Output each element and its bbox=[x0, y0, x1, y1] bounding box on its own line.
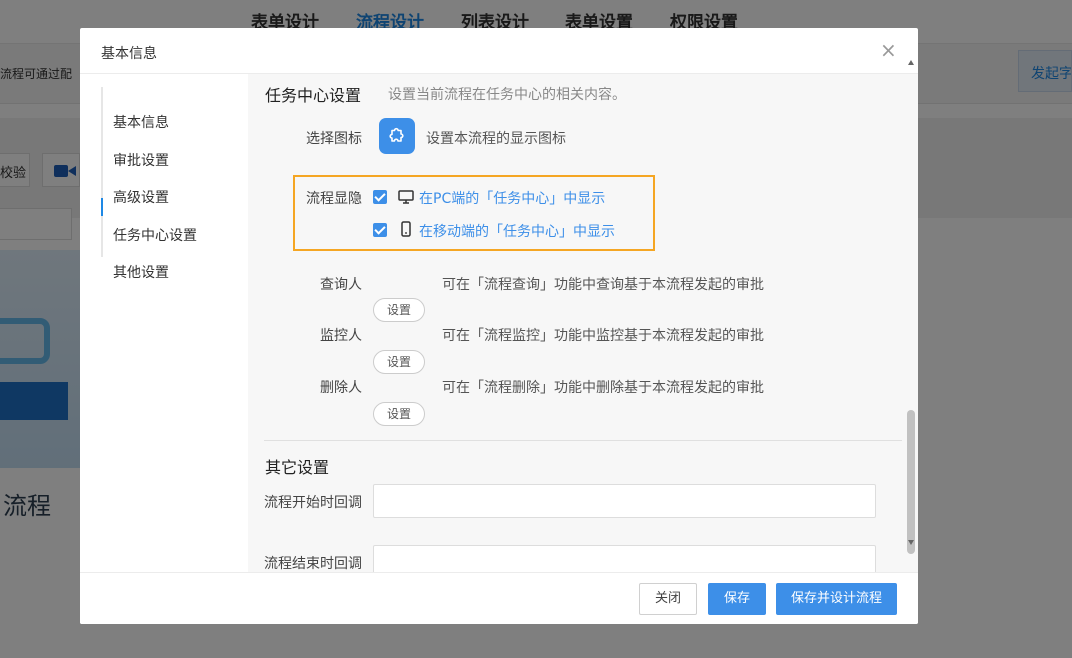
dialog-title: 基本信息 bbox=[101, 46, 157, 62]
close-icon[interactable]: × bbox=[880, 40, 897, 60]
query-person-set-button[interactable]: 设置 bbox=[373, 298, 425, 322]
nav-item-basic-info[interactable]: 基本信息 bbox=[113, 112, 169, 132]
close-button[interactable]: 关闭 bbox=[639, 583, 697, 615]
monitor-person-label: 监控人 bbox=[320, 328, 362, 344]
scroll-down-arrow-icon[interactable] bbox=[908, 540, 914, 545]
mobile-phone-icon bbox=[401, 221, 411, 237]
nav-item-task-center-settings[interactable]: 任务中心设置 bbox=[113, 225, 197, 245]
delete-person-set-button[interactable]: 设置 bbox=[373, 402, 425, 426]
mobile-visibility-label[interactable]: 在移动端的「任务中心」中显示 bbox=[419, 221, 615, 241]
scrollbar-thumb[interactable] bbox=[907, 410, 915, 554]
icon-field-desc: 设置本流程的显示图标 bbox=[426, 131, 566, 147]
dialog-body: 任务中心设置 设置当前流程在任务中心的相关内容。 选择图标 设置本流程的显示图标… bbox=[248, 74, 918, 572]
nav-item-advanced-settings[interactable]: 高级设置 bbox=[113, 187, 169, 207]
pc-visibility-label[interactable]: 在PC端的「任务中心」中显示 bbox=[419, 188, 605, 208]
other-settings-title: 其它设置 bbox=[265, 458, 330, 477]
query-person-label: 查询人 bbox=[320, 277, 362, 293]
process-icon-picker[interactable] bbox=[379, 118, 415, 154]
task-center-desc: 设置当前流程在任务中心的相关内容。 bbox=[388, 87, 626, 103]
monitor-person-set-button[interactable]: 设置 bbox=[373, 350, 425, 374]
delete-person-label: 删除人 bbox=[320, 380, 362, 396]
delete-person-desc: 可在「流程删除」功能中删除基于本流程发起的审批 bbox=[442, 380, 764, 396]
end-callback-label: 流程结束时回调 bbox=[264, 556, 362, 572]
nav-active-indicator bbox=[101, 198, 103, 216]
monitor-person-desc: 可在「流程监控」功能中监控基于本流程发起的审批 bbox=[442, 328, 764, 344]
save-button[interactable]: 保存 bbox=[708, 583, 766, 615]
mobile-visibility-checkbox[interactable] bbox=[373, 223, 387, 237]
query-person-desc: 可在「流程查询」功能中查询基于本流程发起的审批 bbox=[442, 277, 764, 293]
icon-field-label: 选择图标 bbox=[306, 131, 362, 147]
dialog-header: 基本信息 × bbox=[80, 28, 918, 74]
monitor-icon bbox=[398, 190, 414, 204]
settings-nav: 基本信息 审批设置 高级设置 任务中心设置 其他设置 bbox=[80, 74, 248, 572]
visibility-label: 流程显隐 bbox=[306, 191, 362, 207]
save-and-design-button[interactable]: 保存并设计流程 bbox=[776, 583, 897, 615]
start-callback-input[interactable] bbox=[373, 484, 876, 518]
puzzle-icon bbox=[389, 127, 404, 142]
basic-info-dialog: 基本信息 × 基本信息 审批设置 高级设置 任务中心设置 其他设置 任务中心设置… bbox=[80, 28, 918, 624]
task-center-title: 任务中心设置 bbox=[265, 86, 362, 105]
scroll-up-arrow-icon[interactable] bbox=[908, 60, 914, 65]
body-scrollbar[interactable] bbox=[904, 74, 918, 572]
nav-item-other-settings[interactable]: 其他设置 bbox=[113, 262, 169, 282]
pc-visibility-checkbox[interactable] bbox=[373, 190, 387, 204]
nav-item-approval-settings[interactable]: 审批设置 bbox=[113, 150, 169, 170]
start-callback-label: 流程开始时回调 bbox=[264, 495, 362, 511]
nav-rail bbox=[101, 87, 103, 257]
end-callback-input[interactable] bbox=[373, 545, 876, 572]
dialog-footer: 关闭 保存 保存并设计流程 bbox=[80, 572, 918, 624]
section-divider bbox=[264, 440, 902, 441]
